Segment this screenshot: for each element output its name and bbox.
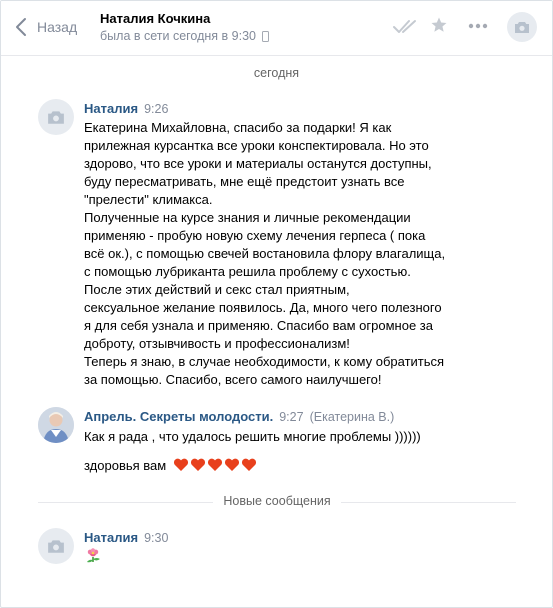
message-line: После этих действий и секс стал приятным…	[84, 282, 350, 297]
message-author[interactable]: Наталия 9:26	[84, 101, 168, 116]
chat-window: Назад Наталия Кочкина была в сети сегодн…	[0, 0, 553, 608]
author-name[interactable]: Апрель. Секреты молодости.	[84, 409, 273, 424]
author-name[interactable]: Наталия	[84, 530, 138, 545]
phone-icon	[262, 30, 269, 42]
author-name[interactable]: Наталия	[84, 101, 138, 116]
message-line: здоровья вам	[84, 458, 167, 473]
message-line: буду пересматривать, мне ещё предстоит у…	[84, 174, 405, 189]
message-line: Екатерина Михайловна, спасибо за подарки…	[84, 120, 392, 135]
message-text	[84, 548, 102, 569]
camera-icon	[48, 110, 64, 124]
message-text: Как я рада , что удалось решить многие п…	[84, 429, 421, 444]
message-line: применяю - пробую новую схему лечения ге…	[84, 228, 426, 243]
avatar-photo	[38, 407, 74, 443]
message-line: "прелести" климакса.	[84, 192, 213, 207]
double-check-icon[interactable]	[393, 19, 419, 35]
header-avatar[interactable]	[507, 12, 537, 42]
avatar[interactable]	[38, 407, 74, 443]
camera-icon	[515, 21, 529, 33]
more-icon[interactable]	[468, 23, 488, 29]
message-line: Полученные на курсе знания и личные реко…	[84, 210, 411, 225]
chat-header: Назад Наталия Кочкина была в сети сегодн…	[1, 1, 552, 56]
message-time: 9:30	[144, 531, 169, 545]
new-messages-text: Новые сообщения	[213, 494, 341, 508]
back-label: Назад	[37, 19, 78, 35]
heart-icon	[207, 458, 222, 471]
message-author[interactable]: Наталия 9:30	[84, 530, 168, 545]
message-line: прилежная курсантка все уроки конспектир…	[84, 138, 429, 153]
heart-icon	[241, 458, 256, 471]
date-separator: сегодня	[253, 66, 300, 80]
new-messages-separator: Новые сообщения	[38, 491, 516, 513]
flower-icon	[87, 548, 100, 563]
heart-icon	[224, 458, 239, 471]
message-line: сексуальное желание появилось. Да, много…	[84, 300, 442, 315]
message-time: 9:27	[279, 410, 304, 424]
message-line: всё ок.), с помощью свечей востановила ф…	[84, 246, 446, 261]
new-messages-label: Новые сообщения	[38, 494, 516, 508]
message-line: здорово, что все уроки и материалы остан…	[84, 156, 432, 171]
status-text: была в сети сегодня в 9:30	[100, 29, 256, 43]
heart-icon	[173, 458, 188, 471]
message-line: с помощью лубриканта решила проблему с с…	[84, 264, 411, 279]
chevron-left-icon	[16, 18, 26, 36]
message-author[interactable]: Апрель. Секреты молодости. 9:27 (Екатерина…	[84, 409, 394, 424]
message-line: доброту, отзывчивость и профессионализм!	[84, 336, 350, 351]
message-line: Теперь я знаю, в случае необходимости, к…	[84, 354, 445, 369]
heart-icon	[190, 458, 205, 471]
back-button[interactable]: Назад	[15, 15, 77, 39]
message-recipient: (Екатерина В.)	[309, 410, 395, 424]
message-line: за помощью. Спасибо, всего самого наилуч…	[84, 372, 382, 387]
camera-icon	[48, 539, 64, 553]
star-icon[interactable]	[430, 16, 448, 34]
avatar[interactable]	[38, 99, 74, 135]
hearts-emoji	[173, 458, 258, 472]
message-text: Екатерина Михайловна, спасибо за подарки…	[84, 119, 445, 389]
contact-name[interactable]: Наталия Кочкина	[100, 11, 210, 26]
contact-status: была в сети сегодня в 9:30	[100, 29, 269, 43]
message-text: здоровья вам	[84, 457, 258, 475]
avatar[interactable]	[38, 528, 74, 564]
message-line: я для себя узнала и применяю. Спасибо ва…	[84, 318, 433, 333]
message-time: 9:26	[144, 102, 169, 116]
